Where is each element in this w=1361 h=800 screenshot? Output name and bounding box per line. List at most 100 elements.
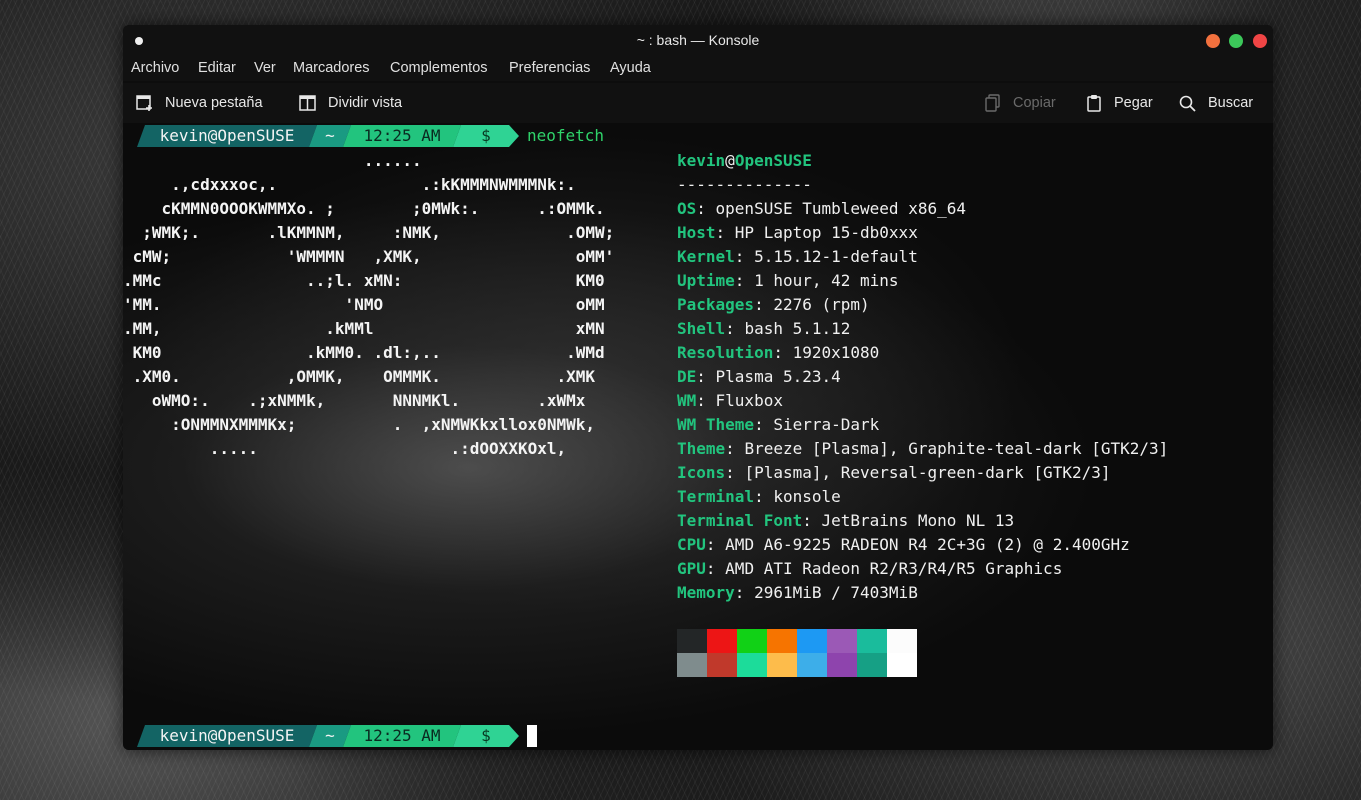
find-button[interactable]: Buscar: [1178, 93, 1253, 113]
search-icon: [1178, 94, 1198, 112]
sysinfo-title: kevin@OpenSUSE: [677, 149, 1168, 173]
sysinfo-value: Sierra-Dark: [773, 415, 880, 434]
sysinfo-panel: kevin@OpenSUSE -------------- OS: openSU…: [677, 149, 1168, 605]
sysinfo-key: Packages: [677, 295, 755, 314]
sysinfo-value: AMD ATI Radeon R2/R3/R4/R5 Graphics: [725, 559, 1063, 578]
sysinfo-key: OS: [677, 199, 697, 218]
find-label: Buscar: [1208, 95, 1254, 111]
text-cursor[interactable]: [527, 725, 537, 747]
terminal-view[interactable]: kevin@OpenSUSE ~ 12:25 AM $ neofetch ...…: [123, 123, 1273, 750]
copy-button[interactable]: Copiar: [983, 93, 1056, 113]
sysinfo-key: Theme: [677, 439, 726, 458]
sysinfo-key: Kernel: [677, 247, 735, 266]
sysinfo-value: Fluxbox: [715, 391, 783, 410]
sysinfo-value: HP Laptop 15-db0xxx: [734, 223, 918, 242]
maximize-button[interactable]: [1229, 34, 1243, 48]
menu-marcadores[interactable]: Marcadores: [293, 60, 370, 76]
sysinfo-value: bash 5.1.12: [744, 319, 851, 338]
sysinfo-key: GPU: [677, 559, 706, 578]
sysinfo-key: Terminal Font: [677, 511, 803, 530]
sysinfo-row: Icons: [Plasma], Reversal-green-dark [GT…: [677, 461, 1168, 485]
sysinfo-colon: :: [696, 367, 716, 386]
sysinfo-row: CPU: AMD A6-9225 RADEON R4 2C+3G (2) @ 2…: [677, 533, 1168, 557]
menu-complementos[interactable]: Complementos: [390, 60, 488, 76]
sysinfo-user: kevin: [677, 151, 726, 170]
palette-swatch: [677, 629, 707, 653]
sysinfo-key: Icons: [677, 463, 726, 482]
sysinfo-key: Terminal: [677, 487, 755, 506]
menu-editar[interactable]: Editar: [198, 60, 236, 76]
ascii-logo-line: cMW; 'WMMMN ,XMK, oMM': [123, 247, 615, 266]
sysinfo-value: Breeze [Plasma], Graphite-teal-dark [GTK…: [744, 439, 1169, 458]
sysinfo-colon: :: [734, 271, 755, 290]
sysinfo-colon: :: [696, 391, 716, 410]
sysinfo-key: Resolution: [677, 343, 774, 362]
sysinfo-row: Packages: 2276 (rpm): [677, 293, 1168, 317]
ascii-logo-line: ......: [123, 151, 422, 170]
copy-label: Copiar: [1013, 95, 1056, 111]
sysinfo-colon: :: [754, 295, 774, 314]
prompt-time: 12:25 AM: [343, 725, 461, 747]
sysinfo-separator: --------------: [677, 175, 812, 194]
ascii-logo-line: 'MM. 'NMO oMM: [123, 295, 605, 314]
prompt-symbol: $: [453, 725, 519, 747]
palette-swatch: [887, 629, 917, 653]
palette-swatch: [677, 653, 707, 677]
menu-preferencias[interactable]: Preferencias: [509, 60, 590, 76]
sysinfo-row: Terminal: konsole: [677, 485, 1168, 509]
menu-ayuda[interactable]: Ayuda: [610, 60, 651, 76]
sysinfo-colon: :: [734, 247, 755, 266]
minimize-button[interactable]: [1206, 34, 1220, 48]
new-tab-button[interactable]: Nueva pestaña: [135, 93, 263, 113]
sysinfo-row: WM: Fluxbox: [677, 389, 1168, 413]
prompt-time: 12:25 AM: [343, 125, 461, 147]
sysinfo-value: 1920x1080: [792, 343, 880, 362]
color-palette: [677, 629, 917, 677]
sysinfo-value: 5.15.12-1-default: [754, 247, 918, 266]
palette-swatch: [707, 629, 737, 653]
split-view-button[interactable]: Dividir vista: [298, 93, 402, 113]
sysinfo-colon: :: [725, 463, 745, 482]
sysinfo-key: CPU: [677, 535, 706, 554]
ascii-logo-line: ;WMK;. .lKMMNM, :NMK, .OMW;: [123, 223, 615, 242]
sysinfo-value: JetBrains Mono NL 13: [821, 511, 1015, 530]
ascii-logo-line: .XM0. ,OMMK, OMMMK. .XMK: [123, 367, 596, 386]
ascii-logo-line: .MMc ..;l. xMN: KM0: [123, 271, 605, 290]
sysinfo-key: Memory: [677, 583, 735, 602]
sysinfo-value: 2961MiB / 7403MiB: [754, 583, 918, 602]
sysinfo-value: openSUSE Tumbleweed x86_64: [715, 199, 966, 218]
titlebar[interactable]: ~ : bash — Konsole: [123, 25, 1273, 55]
palette-swatch: [767, 653, 797, 677]
sysinfo-key: Shell: [677, 319, 726, 338]
sysinfo-colon: :: [715, 223, 735, 242]
palette-swatch: [887, 653, 917, 677]
konsole-window: ~ : bash — Konsole Archivo Editar Ver Ma…: [123, 25, 1273, 750]
prompt-user-host: kevin@OpenSUSE: [137, 125, 317, 147]
ascii-logo-line: cKMMN0OOOKWMMXo. ; ;0MWk:. .:OMMk.: [123, 199, 605, 218]
palette-swatch: [797, 653, 827, 677]
menu-archivo[interactable]: Archivo: [131, 60, 179, 76]
sysinfo-row: OS: openSUSE Tumbleweed x86_64: [677, 197, 1168, 221]
prompt-user-host: kevin@OpenSUSE: [137, 725, 317, 747]
ascii-logo-line: .MM, .kMMl xMN: [123, 319, 605, 338]
sysinfo-colon: :: [725, 439, 745, 458]
ascii-logo-line: oWMO:. .;xNMMk, NNNMKl. .xWMx: [123, 391, 586, 410]
palette-swatch: [737, 629, 767, 653]
sysinfo-row: DE: Plasma 5.23.4: [677, 365, 1168, 389]
split-view-label: Dividir vista: [328, 95, 403, 111]
window-title: ~ : bash — Konsole: [636, 32, 760, 48]
prompt-command: neofetch: [527, 126, 605, 145]
palette-swatch: [797, 629, 827, 653]
sysinfo-colon: :: [754, 487, 774, 506]
menu-ver[interactable]: Ver: [254, 60, 276, 76]
paste-button[interactable]: Pegar: [1084, 93, 1153, 113]
sysinfo-colon: :: [725, 319, 745, 338]
sysinfo-row: Uptime: 1 hour, 42 mins: [677, 269, 1168, 293]
sysinfo-host: OpenSUSE: [734, 151, 812, 170]
prompt-symbol: $: [453, 125, 519, 147]
close-button[interactable]: [1253, 34, 1267, 48]
sysinfo-key: WM Theme: [677, 415, 755, 434]
sysinfo-value: [Plasma], Reversal-green-dark [GTK2/3]: [744, 463, 1111, 482]
sysinfo-colon: :: [802, 511, 822, 530]
sysinfo-colon: :: [705, 559, 726, 578]
